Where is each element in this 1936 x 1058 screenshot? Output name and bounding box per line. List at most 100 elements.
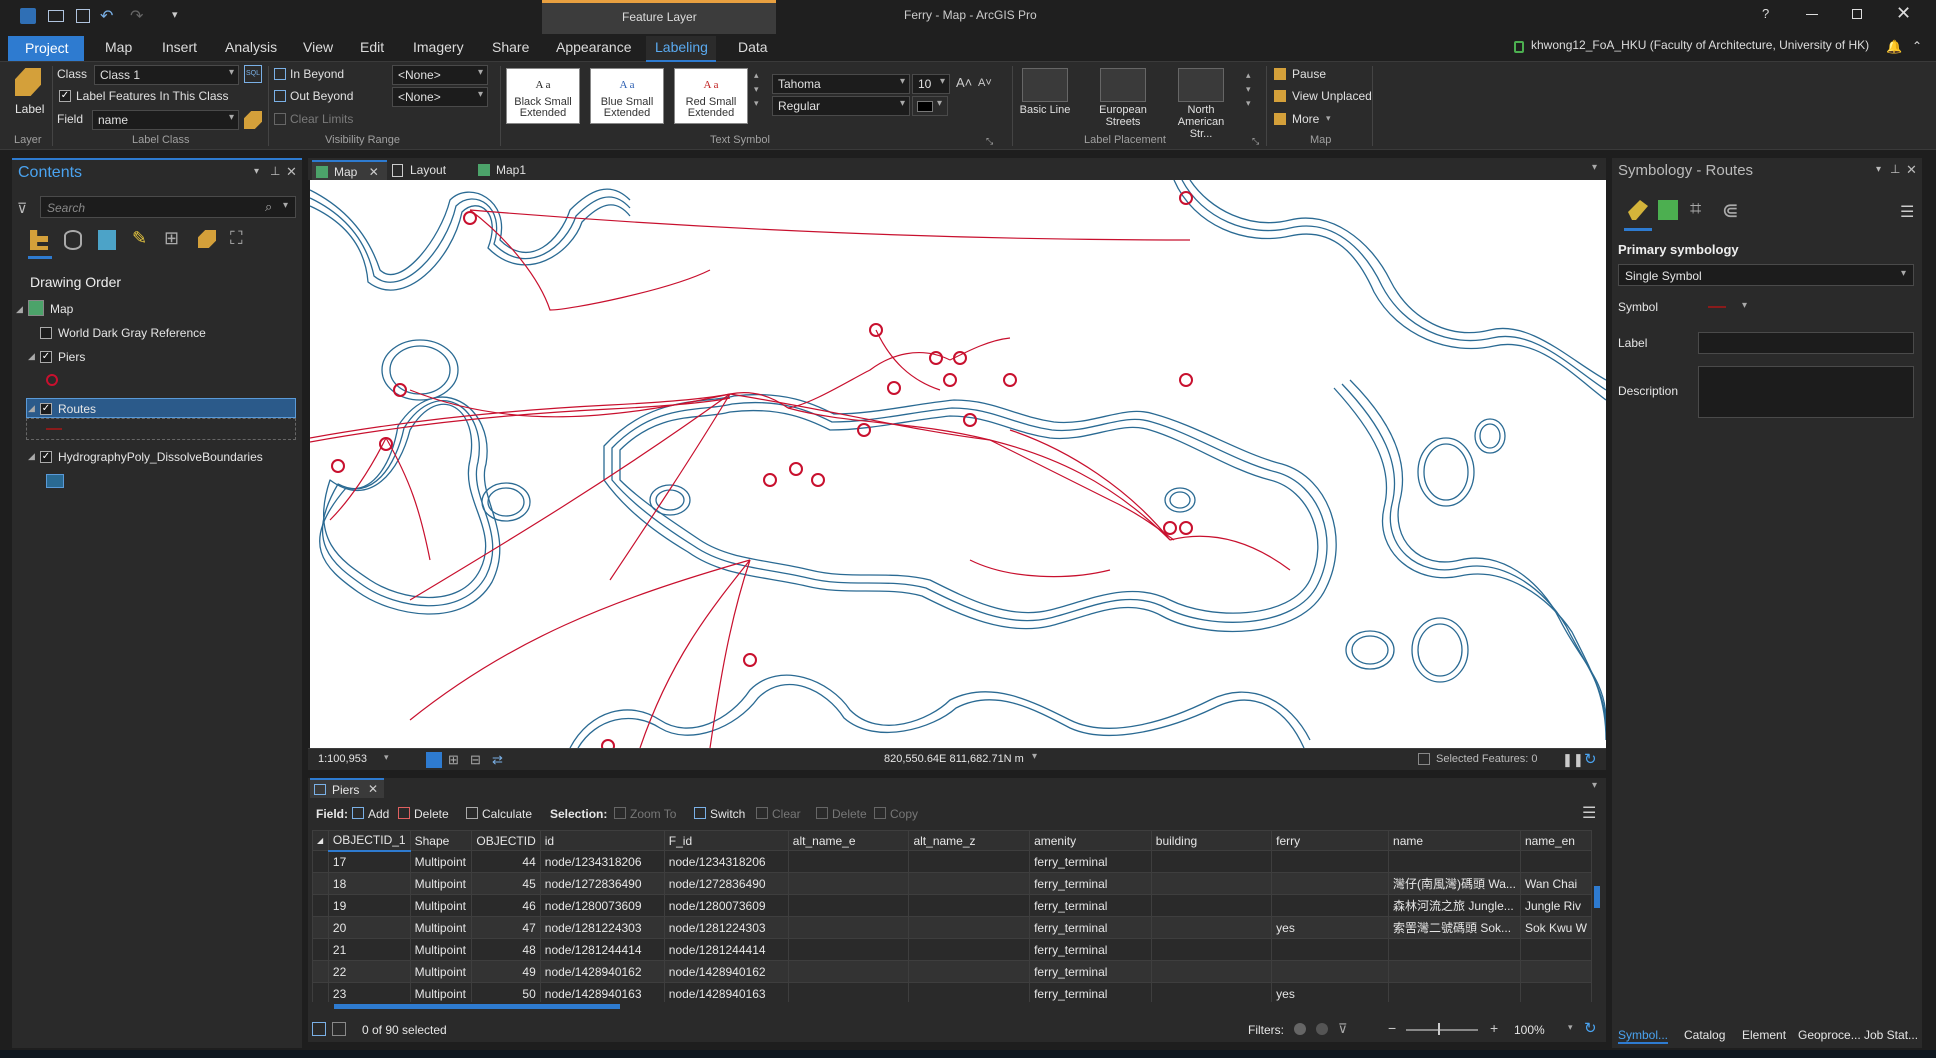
symbology-label-input[interactable] — [1698, 332, 1914, 354]
table-row[interactable]: 20 Multipoint 47 node/1281224303 node/128122… — [312, 916, 1592, 939]
list-by-drawing-order-icon[interactable] — [30, 230, 48, 250]
list-by-labeling-icon[interactable] — [198, 230, 216, 248]
table-cell[interactable] — [787, 960, 910, 983]
tree-item-piers[interactable]: Piers — [58, 350, 85, 364]
table-row[interactable]: 19 Multipoint 46 node/1280073609 node/128007… — [312, 894, 1592, 917]
zoom-slider-thumb[interactable] — [1438, 1023, 1440, 1035]
table-cell[interactable] — [1519, 960, 1592, 983]
feature-blending-icon[interactable]: ⋐ — [1722, 198, 1739, 223]
help-button[interactable]: ? — [1762, 6, 1769, 21]
dock-tab-catalog[interactable]: Catalog — [1684, 1028, 1725, 1042]
tab-imagery[interactable]: Imagery — [413, 39, 464, 55]
layer-checkbox-piers[interactable]: ✓ — [40, 351, 52, 363]
table-row[interactable]: 21 Multipoint 48 node/1281244414 node/128124… — [312, 938, 1592, 961]
table-cell[interactable]: yes — [1271, 916, 1390, 939]
symbology-description-input[interactable] — [1698, 366, 1914, 418]
table-cell[interactable]: 森林河流之旅 Jungle... — [1388, 894, 1521, 917]
table-cell[interactable] — [1388, 850, 1521, 873]
table-cell[interactable] — [1271, 938, 1390, 961]
table-cell[interactable]: Jungle Riv — [1519, 894, 1592, 917]
tab-insert[interactable]: Insert — [162, 39, 197, 55]
zoom-to-button[interactable]: Zoom To — [630, 807, 676, 821]
column-header[interactable]: alt_name_z — [908, 830, 1031, 851]
table-cell[interactable]: 46 — [471, 894, 541, 917]
class-dropdown[interactable]: Class 1 — [94, 65, 239, 85]
column-header[interactable]: OBJECTID — [471, 830, 541, 851]
hamburger-menu-icon[interactable]: ☰ — [1900, 202, 1914, 222]
table-cell[interactable] — [1150, 872, 1273, 895]
symbol-layer-drawing-icon[interactable]: ⌗ — [1690, 198, 1701, 221]
filter-icon[interactable]: ⊽ — [17, 200, 27, 217]
table-cell[interactable]: node/1428940162 — [663, 960, 789, 983]
expand-icon[interactable]: ◢ — [28, 351, 35, 362]
clear-button[interactable]: Clear — [772, 807, 801, 821]
table-cell[interactable] — [1150, 916, 1273, 939]
layer-checkbox-world-dark-gray[interactable] — [40, 327, 52, 339]
column-header[interactable]: name — [1388, 830, 1521, 851]
table-cell[interactable] — [1150, 960, 1273, 983]
table-cell[interactable]: node/1281244414 — [539, 938, 665, 961]
table-row[interactable]: 22 Multipoint 49 node/1428940162 node/142894… — [312, 960, 1592, 983]
table-cell[interactable] — [787, 872, 910, 895]
row-selector[interactable] — [312, 850, 329, 873]
tab-project[interactable]: Project — [8, 36, 84, 61]
column-header[interactable]: name_en — [1519, 830, 1592, 851]
table-cell[interactable]: Sok Kwu W — [1519, 916, 1592, 939]
table-cell[interactable] — [1388, 982, 1521, 1002]
view-tabs-menu-icon[interactable]: ▾ — [1592, 162, 1597, 173]
primary-symbology-icon[interactable] — [1628, 200, 1648, 220]
table-cell[interactable]: ferry_terminal — [1029, 850, 1152, 873]
table-row[interactable]: 18 Multipoint 45 node/1272836490 node/127283… — [312, 872, 1592, 895]
close-window-icon[interactable]: ✕ — [1896, 3, 1911, 24]
table-cell[interactable]: node/1280073609 — [539, 894, 665, 917]
table-cell[interactable]: 49 — [471, 960, 541, 983]
hamburger-menu-icon[interactable]: ☰ — [1582, 803, 1596, 823]
table-cell[interactable] — [787, 850, 910, 873]
table-cell[interactable]: 48 — [471, 938, 541, 961]
table-cell[interactable] — [1150, 938, 1273, 961]
app-icon[interactable] — [20, 8, 36, 24]
grid-icon[interactable]: ⊞ — [448, 752, 459, 768]
table-cell[interactable] — [1271, 894, 1390, 917]
view-tab-layout[interactable]: Layout — [388, 160, 454, 180]
table-cell[interactable]: 22 — [327, 960, 411, 983]
font-dropdown[interactable]: Tahoma — [772, 74, 910, 94]
table-cell[interactable] — [1519, 938, 1592, 961]
filter-time-icon[interactable] — [1316, 1023, 1328, 1035]
expression-icon[interactable] — [244, 111, 262, 129]
table-cell[interactable]: node/1428940163 — [539, 982, 665, 1002]
fixed-extent-icon[interactable] — [426, 752, 442, 768]
shrink-font-icon[interactable]: A˅ — [978, 77, 992, 89]
horizontal-scrollbar[interactable] — [330, 1002, 1592, 1010]
table-cell[interactable]: ferry_terminal — [1029, 894, 1152, 917]
column-header[interactable]: id — [539, 830, 665, 851]
tree-item-map[interactable]: Map — [50, 302, 73, 316]
text-symbol-black-small-extended[interactable]: A a Black Small Extended — [506, 68, 580, 124]
save-icon[interactable] — [76, 9, 90, 23]
placement-european-streets[interactable]: European Streets — [1092, 68, 1154, 128]
table-cell[interactable] — [787, 938, 910, 961]
field-dropdown[interactable]: name — [92, 110, 239, 130]
table-cell[interactable]: node/1428940163 — [663, 982, 789, 1002]
table-cell[interactable]: 18 — [327, 872, 411, 895]
view-unplaced-button[interactable]: View Unplaced — [1292, 89, 1372, 103]
column-header[interactable]: ferry — [1271, 830, 1390, 851]
column-header[interactable]: alt_name_e — [787, 830, 910, 851]
correction-icon[interactable]: ⇄ — [492, 752, 503, 768]
delete-selection-button[interactable]: Delete — [832, 807, 867, 821]
tab-data[interactable]: Data — [738, 39, 768, 55]
table-cell[interactable]: 50 — [471, 982, 541, 1002]
table-cell[interactable]: Multipoint — [409, 850, 473, 873]
snap-icon[interactable]: ⊟ — [470, 752, 481, 768]
gallery-scroll-icon[interactable]: ▴ ▾ ▾ — [754, 68, 759, 110]
table-cell[interactable]: node/1272836490 — [663, 872, 789, 895]
table-cell[interactable] — [1271, 872, 1390, 895]
scale-dropdown[interactable]: 1:100,953 ▾ — [314, 751, 394, 769]
font-size-dropdown[interactable]: 10 — [912, 74, 950, 94]
table-cell[interactable] — [1150, 894, 1273, 917]
table-cell[interactable] — [1519, 982, 1592, 1002]
contents-search-input[interactable]: Search ⌕ ▾ — [40, 196, 296, 218]
table-cell[interactable] — [908, 916, 1031, 939]
placement-launcher-icon[interactable]: ⤡ — [1252, 136, 1259, 147]
table-zoom-level[interactable]: 100% — [1514, 1023, 1545, 1037]
